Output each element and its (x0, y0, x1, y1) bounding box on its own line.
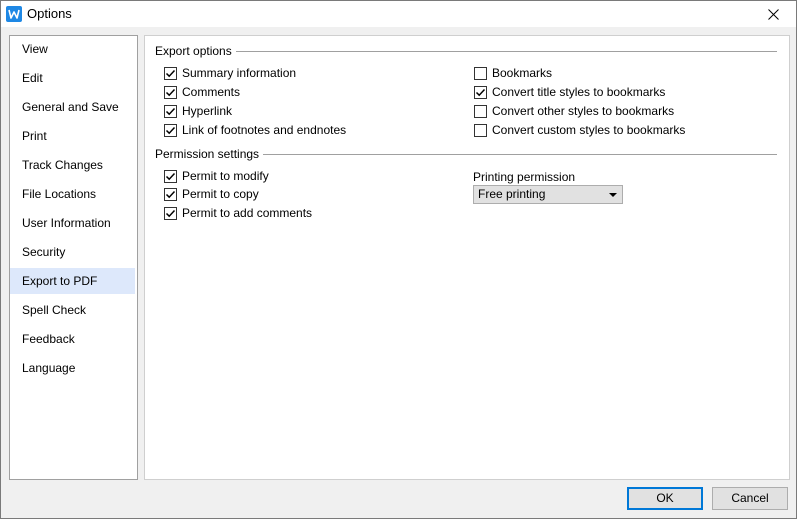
check-icon (165, 190, 176, 198)
sidebar-item-language[interactable]: Language (10, 355, 135, 381)
printing-permission-dropdown[interactable]: Free printing (473, 185, 623, 204)
wps-app-icon (6, 6, 22, 22)
ok-button[interactable]: OK (627, 487, 703, 510)
export-options-divider (155, 51, 777, 52)
checkbox-box (164, 123, 177, 137)
sidebar-item-view[interactable]: View (10, 36, 135, 62)
sidebar-item-file-locations[interactable]: File Locations (10, 181, 135, 207)
checkbox-box (164, 206, 177, 220)
sidebar-item-track-changes[interactable]: Track Changes (10, 152, 135, 178)
convert-custom-styles-checkbox[interactable]: Convert custom styles to bookmarks (474, 122, 685, 138)
checkbox-label: Permit to add comments (182, 206, 313, 220)
comments-checkbox[interactable]: Comments (164, 84, 240, 100)
checkbox-box (164, 104, 177, 118)
options-dialog: Options View Edit General and Save Print… (0, 0, 797, 519)
check-icon (165, 88, 176, 96)
permit-to-modify-checkbox[interactable]: Permit to modify (164, 168, 269, 184)
checkbox-box (164, 169, 177, 183)
checkbox-box (474, 85, 487, 99)
close-button[interactable] (750, 1, 796, 27)
hyperlink-checkbox[interactable]: Hyperlink (164, 103, 232, 119)
sidebar-item-feedback[interactable]: Feedback (10, 326, 135, 352)
checkbox-box (164, 187, 177, 201)
checkbox-box (474, 123, 487, 137)
window-title: Options (27, 6, 72, 21)
checkbox-box (474, 104, 487, 118)
permit-to-add-comments-checkbox[interactable]: Permit to add comments (164, 205, 312, 221)
sidebar-item-general-and-save[interactable]: General and Save (10, 94, 135, 120)
convert-title-styles-checkbox[interactable]: Convert title styles to bookmarks (474, 84, 665, 100)
dropdown-arrow-icon (609, 193, 617, 197)
check-icon (165, 69, 176, 77)
check-icon (165, 126, 176, 134)
cancel-button[interactable]: Cancel (712, 487, 788, 510)
printing-permission-label: Printing permission (473, 170, 576, 184)
checkbox-label: Permit to copy (182, 187, 259, 201)
checkbox-label: Link of footnotes and endnotes (182, 123, 347, 137)
check-icon (165, 172, 176, 180)
category-list: View Edit General and Save Print Track C… (9, 35, 138, 480)
bookmarks-checkbox[interactable]: Bookmarks (474, 65, 552, 81)
checkbox-label: Convert other styles to bookmarks (492, 104, 675, 118)
permission-settings-title: Permission settings (155, 147, 264, 161)
checkbox-box (164, 66, 177, 80)
sidebar-item-user-information[interactable]: User Information (10, 210, 135, 236)
sidebar-item-security[interactable]: Security (10, 239, 135, 265)
summary-information-checkbox[interactable]: Summary information (164, 65, 296, 81)
check-icon (475, 88, 486, 96)
convert-other-styles-checkbox[interactable]: Convert other styles to bookmarks (474, 103, 674, 119)
checkbox-label: Convert title styles to bookmarks (492, 85, 666, 99)
check-icon (165, 107, 176, 115)
checkbox-label: Convert custom styles to bookmarks (492, 123, 686, 137)
printing-permission-value: Free printing (478, 187, 546, 201)
checkbox-box (474, 66, 487, 80)
title-bar: Options (1, 1, 796, 27)
export-to-pdf-panel: Export options Summary information Comme… (144, 35, 790, 480)
checkbox-label: Permit to modify (182, 169, 269, 183)
export-options-title: Export options (155, 44, 236, 58)
sidebar-item-export-to-pdf[interactable]: Export to PDF (10, 268, 135, 294)
footnotes-endnotes-checkbox[interactable]: Link of footnotes and endnotes (164, 122, 346, 138)
check-icon (165, 209, 176, 217)
close-icon (767, 8, 779, 20)
sidebar-item-print[interactable]: Print (10, 123, 135, 149)
checkbox-label: Comments (182, 85, 241, 99)
sidebar-item-spell-check[interactable]: Spell Check (10, 297, 135, 323)
checkbox-label: Hyperlink (182, 104, 233, 118)
checkbox-label: Bookmarks (492, 66, 553, 80)
sidebar-item-edit[interactable]: Edit (10, 65, 135, 91)
checkbox-label: Summary information (182, 66, 297, 80)
permit-to-copy-checkbox[interactable]: Permit to copy (164, 186, 259, 202)
checkbox-box (164, 85, 177, 99)
